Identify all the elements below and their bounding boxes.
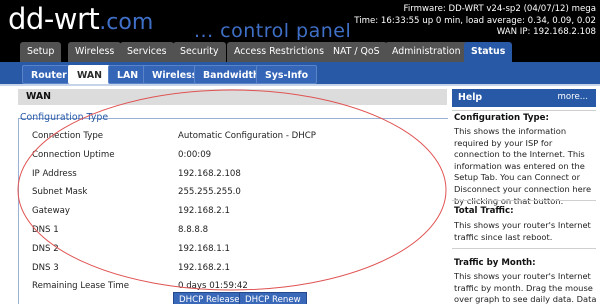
help-more-link[interactable]: more... bbox=[558, 92, 588, 102]
row-dns-2: DNS 2 192.168.1.1 bbox=[32, 242, 432, 261]
row-value: 192.168.2.108 bbox=[178, 168, 241, 179]
section-header: WAN bbox=[18, 89, 447, 105]
help-divider bbox=[452, 110, 596, 111]
wan-ip-info: WAN IP: 192.168.2.108 bbox=[496, 27, 596, 37]
row-subnet-mask: Subnet Mask 255.255.255.0 bbox=[32, 185, 432, 204]
help-total-traffic-text: This shows your router's Internet traffi… bbox=[454, 220, 591, 242]
row-label: Subnet Mask bbox=[32, 187, 88, 198]
help-panel: Help more... Configuration Type: This sh… bbox=[452, 88, 600, 304]
help-title: Help bbox=[458, 92, 483, 103]
tab-setup[interactable]: Setup bbox=[20, 42, 62, 62]
row-value: 255.255.255.0 bbox=[178, 187, 241, 198]
firmware-info: Firmware: DD-WRT v24-sp2 (04/07/12) mega… bbox=[354, 4, 596, 39]
row-connection-type: Connection Type Automatic Configuration … bbox=[32, 129, 432, 148]
row-value: 8.8.8.8 bbox=[178, 224, 209, 235]
row-dns-1: DNS 1 8.8.8.8 bbox=[32, 223, 432, 242]
row-label: DNS 1 bbox=[32, 224, 59, 235]
row-value: 192.168.1.1 bbox=[178, 243, 230, 254]
row-value: 0:00:09 bbox=[178, 149, 212, 160]
logo-main-text: dd-wrt bbox=[8, 2, 100, 36]
row-value: 0 days 01:59:42 bbox=[178, 281, 248, 292]
row-label: DNS 3 bbox=[32, 262, 59, 273]
help-config-type-text: This shows the information required by y… bbox=[454, 126, 592, 206]
help-total-traffic-title: Total Traffic: bbox=[454, 206, 514, 216]
row-label: Connection Type bbox=[32, 131, 104, 141]
logo-suffix-text: .com bbox=[99, 10, 154, 35]
row-value: 192.168.2.1 bbox=[178, 206, 230, 217]
help-divider bbox=[452, 200, 596, 201]
help-header: Help more... bbox=[452, 89, 596, 107]
config-legend: Configuration Type bbox=[20, 112, 109, 123]
tab-access-restrictions[interactable]: Access Restrictions bbox=[227, 42, 331, 62]
row-dns-3: DNS 3 192.168.2.1 bbox=[32, 261, 432, 280]
help-config-type-title: Configuration Type: bbox=[454, 113, 549, 123]
logo-tagline: ... control panel bbox=[194, 20, 352, 42]
main-tab-bar: Setup Wireless Services Security Access … bbox=[0, 40, 600, 62]
section-title: WAN bbox=[26, 91, 52, 102]
row-label: Gateway bbox=[32, 206, 70, 217]
wan-status-panel: WAN Configuration Type Connection Type A… bbox=[18, 88, 448, 304]
dhcp-release-button[interactable]: DHCP Release bbox=[173, 292, 246, 304]
header-banner: dd-wrt .com ... control panel Firmware: … bbox=[0, 0, 600, 44]
subtab-lan[interactable]: LAN bbox=[108, 65, 148, 84]
tab-nat-qos[interactable]: NAT / QoS bbox=[326, 42, 387, 62]
row-connection-uptime: Connection Uptime 0:00:09 bbox=[32, 148, 432, 167]
row-gateway: Gateway 192.168.2.1 bbox=[32, 204, 432, 223]
help-traffic-month-text: This shows your router's Internet traffi… bbox=[454, 271, 597, 304]
row-label: Remaining Lease Time bbox=[32, 281, 130, 292]
subtab-sys-info[interactable]: Sys-Info bbox=[256, 65, 318, 84]
help-traffic-month-title: Traffic by Month: bbox=[454, 258, 536, 268]
wan-info-list: Connection Type Automatic Configuration … bbox=[32, 129, 432, 298]
tab-administration[interactable]: Administration bbox=[385, 42, 468, 62]
row-label: DNS 2 bbox=[32, 243, 59, 254]
row-label: IP Address bbox=[32, 168, 77, 179]
tab-services[interactable]: Services bbox=[120, 42, 174, 62]
row-label: Connection Uptime bbox=[32, 149, 115, 160]
row-ip-address: IP Address 192.168.2.108 bbox=[32, 167, 432, 186]
tab-status[interactable]: Status bbox=[464, 42, 513, 62]
tab-security[interactable]: Security bbox=[173, 42, 226, 62]
dhcp-renew-button[interactable]: DHCP Renew bbox=[239, 292, 307, 304]
row-value: 192.168.2.1 bbox=[178, 262, 230, 273]
tab-wireless[interactable]: Wireless bbox=[68, 42, 122, 62]
subtab-wan[interactable]: WAN bbox=[68, 65, 112, 84]
sub-tab-bar: Router WAN LAN Wireless Bandwidth Sys-In… bbox=[0, 62, 600, 86]
row-value: Automatic Configuration - DHCP bbox=[178, 131, 316, 141]
help-divider bbox=[452, 248, 596, 249]
firmware-version: Firmware: DD-WRT v24-sp2 (04/07/12) mega bbox=[403, 4, 597, 14]
uptime-info: Time: 16:33:55 up 0 min, load average: 0… bbox=[354, 15, 596, 26]
ddwrt-logo: dd-wrt .com bbox=[8, 2, 153, 36]
